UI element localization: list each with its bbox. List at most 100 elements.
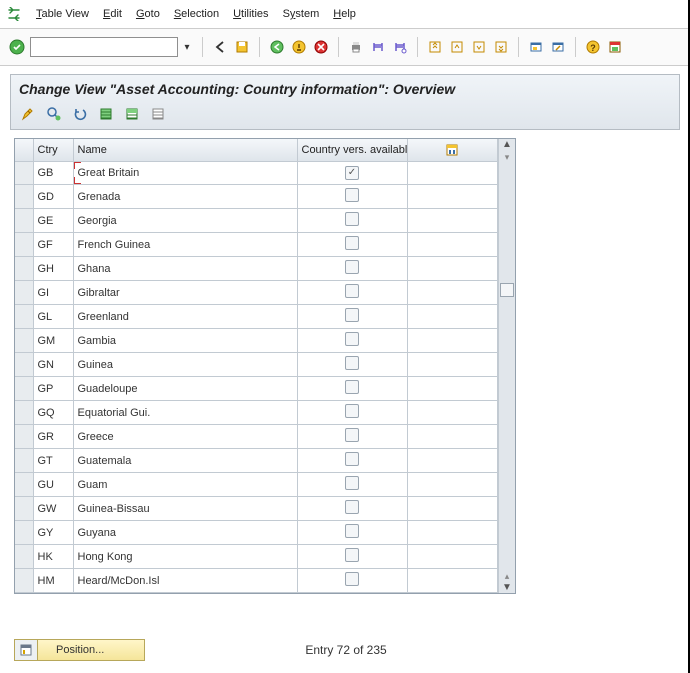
deselect-all-icon[interactable] <box>149 105 167 123</box>
vertical-scrollbar[interactable]: ▲ ▾ ▴ ▼ <box>498 139 515 593</box>
cell-name[interactable]: Gibraltar <box>73 281 297 305</box>
select-block-icon[interactable] <box>123 105 141 123</box>
menu-system-icon[interactable] <box>6 6 22 22</box>
cell-ctry[interactable]: GD <box>33 185 73 209</box>
checkbox[interactable] <box>345 308 359 322</box>
cell-ctry[interactable]: GW <box>33 497 73 521</box>
cell-ctry[interactable]: HM <box>33 569 73 593</box>
checkbox[interactable] <box>345 452 359 466</box>
checkbox[interactable] <box>345 428 359 442</box>
cell-name[interactable]: Hong Kong <box>73 545 297 569</box>
cell-ctry[interactable]: GE <box>33 209 73 233</box>
cell-ctry[interactable]: GP <box>33 377 73 401</box>
row-selector[interactable] <box>15 353 33 377</box>
select-all-icon[interactable] <box>97 105 115 123</box>
cell-name[interactable]: Grenada <box>73 185 297 209</box>
back-icon[interactable] <box>211 38 229 56</box>
customize-layout-icon[interactable] <box>606 38 624 56</box>
row-selector[interactable] <box>15 305 33 329</box>
cell-available[interactable] <box>297 401 407 425</box>
table-row[interactable]: GQEquatorial Gui. <box>15 401 498 425</box>
cell-name[interactable]: Georgia <box>73 209 297 233</box>
menu-goto[interactable]: Goto <box>136 8 160 20</box>
checkbox[interactable] <box>345 212 359 226</box>
cell-name[interactable]: French Guinea <box>73 233 297 257</box>
scroll-down-icon[interactable]: ▼ <box>502 582 512 593</box>
change-mode-icon[interactable] <box>19 105 37 123</box>
cell-ctry[interactable]: GN <box>33 353 73 377</box>
first-page-icon[interactable] <box>426 38 444 56</box>
table-row[interactable]: GUGuam <box>15 473 498 497</box>
table-row[interactable]: GNGuinea <box>15 353 498 377</box>
cell-name[interactable]: Heard/McDon.Isl <box>73 569 297 593</box>
row-selector[interactable] <box>15 329 33 353</box>
table-row[interactable]: GYGuyana <box>15 521 498 545</box>
table-row[interactable]: HMHeard/McDon.Isl <box>15 569 498 593</box>
checkbox[interactable] <box>345 260 359 274</box>
undo-icon[interactable] <box>71 105 89 123</box>
col-avail-header[interactable]: Country vers. available <box>297 139 407 162</box>
find-icon[interactable] <box>369 38 387 56</box>
cancel-icon[interactable] <box>312 38 330 56</box>
prev-page-icon[interactable] <box>448 38 466 56</box>
cell-available[interactable] <box>297 353 407 377</box>
menu-system[interactable]: System <box>283 8 320 20</box>
row-selector[interactable] <box>15 521 33 545</box>
scroll-line-up-icon[interactable]: ▾ <box>505 152 510 163</box>
row-selector[interactable] <box>15 209 33 233</box>
cell-available[interactable] <box>297 281 407 305</box>
checkbox[interactable] <box>345 524 359 538</box>
col-name-header[interactable]: Name <box>73 139 297 162</box>
row-selector[interactable] <box>15 497 33 521</box>
cell-available[interactable] <box>297 473 407 497</box>
table-row[interactable]: GRGreece <box>15 425 498 449</box>
cell-available[interactable] <box>297 209 407 233</box>
col-ctry-header[interactable]: Ctry <box>33 139 73 162</box>
checkbox[interactable] <box>345 548 359 562</box>
scroll-line-down-icon[interactable]: ▴ <box>505 571 510 582</box>
findnext-icon[interactable] <box>391 38 409 56</box>
row-selector[interactable] <box>15 377 33 401</box>
checkbox[interactable] <box>345 404 359 418</box>
cell-ctry[interactable]: GB <box>33 162 73 185</box>
checkbox[interactable] <box>345 236 359 250</box>
cell-available[interactable] <box>297 233 407 257</box>
cell-name[interactable]: Guam <box>73 473 297 497</box>
nav-back-icon[interactable] <box>268 38 286 56</box>
cell-ctry[interactable]: HK <box>33 545 73 569</box>
cell-available[interactable] <box>297 257 407 281</box>
table-row[interactable]: GFFrench Guinea <box>15 233 498 257</box>
checkbox[interactable] <box>345 572 359 586</box>
scroll-up-icon[interactable]: ▲ <box>502 139 512 150</box>
cell-name[interactable]: Equatorial Gui. <box>73 401 297 425</box>
cell-ctry[interactable]: GT <box>33 449 73 473</box>
scroll-thumb[interactable] <box>500 283 514 297</box>
cell-ctry[interactable]: GF <box>33 233 73 257</box>
help-icon[interactable]: ? <box>584 38 602 56</box>
row-selector[interactable] <box>15 545 33 569</box>
table-row[interactable]: GIGibraltar <box>15 281 498 305</box>
cell-ctry[interactable]: GL <box>33 305 73 329</box>
cell-available[interactable] <box>297 449 407 473</box>
save-icon[interactable] <box>233 38 251 56</box>
cell-name[interactable]: Guadeloupe <box>73 377 297 401</box>
menu-help[interactable]: Help <box>333 8 356 20</box>
row-selector[interactable] <box>15 449 33 473</box>
row-selector[interactable] <box>15 233 33 257</box>
row-selector[interactable] <box>15 162 33 185</box>
table-row[interactable]: GLGreenland <box>15 305 498 329</box>
cell-name[interactable]: Guatemala <box>73 449 297 473</box>
menu-edit[interactable]: Edit <box>103 8 122 20</box>
print-icon[interactable] <box>347 38 365 56</box>
row-selector[interactable] <box>15 185 33 209</box>
checkbox[interactable] <box>345 356 359 370</box>
cell-ctry[interactable]: GI <box>33 281 73 305</box>
cell-ctry[interactable]: GU <box>33 473 73 497</box>
cell-available[interactable] <box>297 425 407 449</box>
command-field[interactable] <box>30 37 178 57</box>
menu-table-view[interactable]: Table View <box>36 8 89 20</box>
checkbox[interactable] <box>345 476 359 490</box>
cell-available[interactable] <box>297 305 407 329</box>
row-selector[interactable] <box>15 569 33 593</box>
table-config-icon[interactable] <box>407 139 498 162</box>
